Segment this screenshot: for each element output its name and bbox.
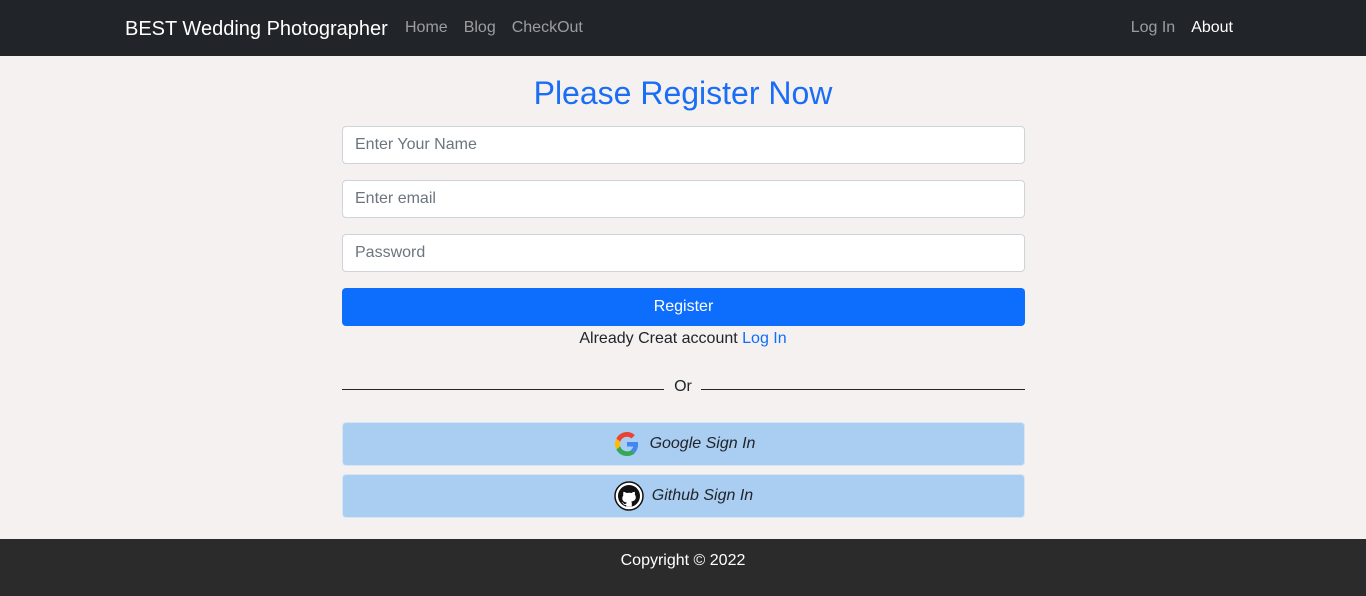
password-input[interactable]: [342, 234, 1025, 272]
nav-login-link[interactable]: Log In: [1131, 17, 1175, 39]
nav-blog-link[interactable]: Blog: [464, 17, 496, 39]
page-title: Please Register Now: [533, 75, 833, 111]
google-signin-label: Google Sign In: [649, 435, 756, 452]
footer-copyright: Copyright © 2022: [620, 552, 746, 569]
github-signin-label: Github Sign In: [651, 487, 754, 504]
github-logo-icon: [614, 481, 644, 511]
already-account-text: Already Creat account: [579, 330, 738, 347]
github-signin-button[interactable]: Github Sign In: [342, 474, 1025, 518]
nav-right-group: Log In About: [1131, 17, 1233, 39]
google-logo-icon: [612, 429, 642, 459]
nav-about-link[interactable]: About: [1191, 17, 1233, 39]
email-input[interactable]: [342, 180, 1025, 218]
nav-home-link[interactable]: Home: [405, 17, 448, 39]
page-footer: Copyright © 2022: [0, 539, 1366, 596]
register-button[interactable]: Register: [342, 288, 1025, 326]
name-input[interactable]: [342, 126, 1025, 164]
nav-left-group: Home Blog CheckOut: [405, 17, 583, 39]
nav-checkout-link[interactable]: CheckOut: [512, 17, 583, 39]
divider-right-line: [701, 389, 1025, 390]
top-navbar: BEST Wedding Photographer Home Blog Chec…: [0, 0, 1366, 56]
brand-link[interactable]: BEST Wedding Photographer: [125, 16, 388, 42]
divider-left-line: [342, 389, 664, 390]
already-account-line: Already Creat account Log In: [0, 329, 1366, 349]
divider-or-text: Or: [674, 378, 692, 395]
google-signin-button[interactable]: Google Sign In: [342, 422, 1025, 466]
login-link[interactable]: Log In: [742, 330, 786, 347]
